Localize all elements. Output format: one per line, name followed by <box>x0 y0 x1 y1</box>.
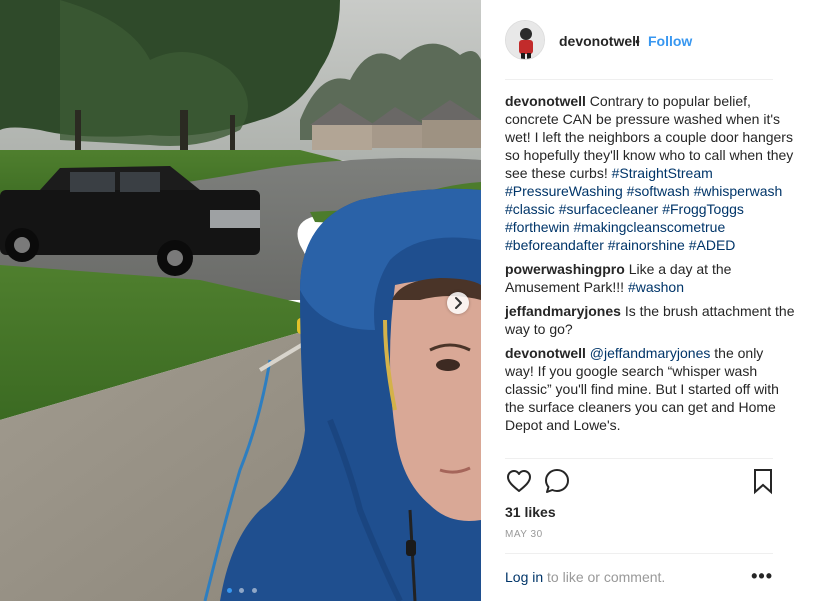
comment-username[interactable]: devonotwell <box>505 345 586 361</box>
list-item: devonotwell @jeffandmaryjones the only w… <box>505 344 795 434</box>
likes-count[interactable]: 31 likes <box>505 504 556 520</box>
avatar-image <box>506 21 544 59</box>
list-item: powerwashingpro Like a day at the Amusem… <box>505 260 795 296</box>
hashtag[interactable]: #ADED <box>689 237 736 253</box>
hashtag[interactable]: #rainorshine <box>608 237 685 253</box>
hashtag[interactable]: #softwash <box>627 183 690 199</box>
list-item: jeffandmaryjones Is the brush attachment… <box>505 302 795 338</box>
hashtag[interactable]: #surfacecleaner <box>559 201 659 217</box>
comment-list: devonotwell Contrary to popular belief, … <box>505 92 795 440</box>
comment-button[interactable] <box>543 467 571 495</box>
comment-username[interactable]: powerwashingpro <box>505 261 625 277</box>
mention-link[interactable]: @jeffandmaryjones <box>590 345 711 361</box>
hashtag[interactable]: #beforeandafter <box>505 237 604 253</box>
hashtag[interactable]: #StraightStream <box>612 165 713 181</box>
hashtag[interactable]: #washon <box>628 279 684 295</box>
post-photo[interactable] <box>0 0 481 601</box>
hashtag[interactable]: #forthewin <box>505 219 570 235</box>
avatar[interactable] <box>505 20 545 60</box>
login-prompt: Log in to like or comment. <box>505 569 665 585</box>
post-details-panel: devonotwell • Follow devonotwell Contrar… <box>481 0 814 601</box>
action-bar <box>505 458 773 509</box>
save-button[interactable] <box>749 467 777 495</box>
carousel-dot-3 <box>251 588 257 593</box>
hashtag[interactable]: #whisperwash <box>694 183 783 199</box>
carousel-indicator <box>227 580 260 593</box>
follow-button[interactable]: Follow <box>648 33 692 49</box>
login-bar: Log in to like or comment. ••• <box>505 553 773 601</box>
photo-illustration <box>0 0 481 601</box>
comment-icon <box>545 469 569 493</box>
comment-username[interactable]: devonotwell <box>505 93 586 109</box>
caption: devonotwell Contrary to popular belief, … <box>505 92 795 254</box>
hashtag[interactable]: #classic <box>505 201 555 217</box>
header-separator: • <box>635 33 640 49</box>
more-options-icon[interactable]: ••• <box>751 566 773 587</box>
author-username[interactable]: devonotwell <box>559 33 640 49</box>
comment-username[interactable]: jeffandmaryjones <box>505 303 621 319</box>
bookmark-icon <box>754 469 772 495</box>
post-header: devonotwell • Follow <box>505 20 773 80</box>
login-link[interactable]: Log in <box>505 569 543 585</box>
like-button[interactable] <box>505 467 533 495</box>
post-date[interactable]: MAY 30 <box>505 529 543 540</box>
chevron-right-icon <box>455 297 462 309</box>
hashtag[interactable]: #PressureWashing <box>505 183 623 199</box>
carousel-dot-1 <box>227 588 232 593</box>
login-prompt-text: to like or comment. <box>543 569 666 585</box>
heart-icon <box>507 470 531 492</box>
hashtag[interactable]: #FroggToggs <box>662 201 744 217</box>
carousel-next-button[interactable] <box>447 292 469 314</box>
hashtag[interactable]: #makingcleanscometrue <box>573 219 725 235</box>
